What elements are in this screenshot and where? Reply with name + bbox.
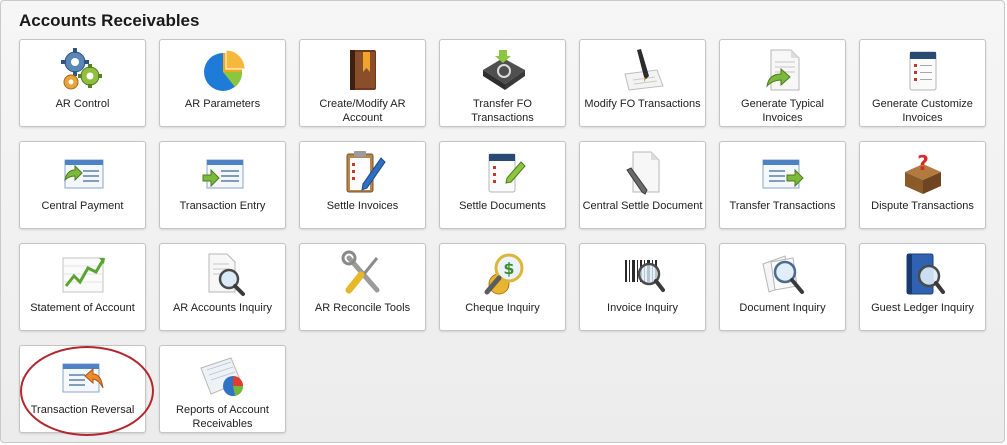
tile-statement-of-account[interactable]: Statement of Account <box>19 243 146 331</box>
tile-label: AR Reconcile Tools <box>314 302 411 314</box>
document-search-icon <box>197 250 249 298</box>
tile-label: AR Accounts Inquiry <box>172 302 273 314</box>
tile-invoice-inquiry[interactable]: Invoice Inquiry <box>579 243 706 331</box>
tile-label: Central Payment <box>41 200 124 212</box>
svg-text:$: $ <box>503 259 514 278</box>
document-pen-icon <box>617 148 669 196</box>
tile-transfer-fo-transactions[interactable]: Transfer FO Transactions <box>439 39 566 127</box>
tile-ar-reconcile-tools[interactable]: AR Reconcile Tools <box>299 243 426 331</box>
tile-label: Cheque Inquiry <box>465 302 540 314</box>
tile-label: Generate Typical Invoices <box>741 98 824 124</box>
tools-icon <box>337 250 389 298</box>
tile-settle-documents[interactable]: Settle Documents <box>439 141 566 229</box>
accounts-receivables-panel: Accounts Receivables AR Control AR Param… <box>0 0 1005 443</box>
tile-reports-of-account-receivables[interactable]: Reports of Account Receivables <box>159 345 286 433</box>
window-entry-icon <box>197 148 249 196</box>
tile-label: Guest Ledger Inquiry <box>871 302 974 314</box>
tile-label: Generate Customize Invoices <box>872 98 973 124</box>
tile-central-settle-document[interactable]: Central Settle Document <box>579 141 706 229</box>
window-arrow-icon <box>57 148 109 196</box>
tile-generate-customize-invoices[interactable]: Generate Customize Invoices <box>859 39 986 127</box>
tile-label: Invoice Inquiry <box>607 302 678 314</box>
svg-text:?: ? <box>917 151 929 175</box>
papers-search-icon <box>757 250 809 298</box>
checklist-pencil-icon <box>477 148 529 196</box>
tile-label: Transaction Entry <box>179 200 266 212</box>
tile-label: Transfer FO Transactions <box>471 98 534 124</box>
tile-ar-parameters[interactable]: AR Parameters <box>159 39 286 127</box>
tile-label: Create/Modify AR Account <box>319 98 406 124</box>
book-search-icon <box>897 250 949 298</box>
tile-transfer-transactions[interactable]: Transfer Transactions <box>719 141 846 229</box>
invoice-arrow-icon <box>757 46 809 94</box>
tile-guest-ledger-inquiry[interactable]: Guest Ledger Inquiry <box>859 243 986 331</box>
tile-label: Settle Invoices <box>326 200 399 212</box>
tile-transaction-entry[interactable]: Transaction Entry <box>159 141 286 229</box>
question-box-icon: ? <box>897 148 949 196</box>
module-grid: AR Control AR Parameters Create/Modify A… <box>19 39 986 433</box>
coin-search-icon: $ <box>477 250 529 298</box>
panel-title: Accounts Receivables <box>19 11 200 30</box>
tile-dispute-transactions[interactable]: ? Dispute Transactions <box>859 141 986 229</box>
line-chart-icon <box>57 250 109 298</box>
tile-ar-accounts-inquiry[interactable]: AR Accounts Inquiry <box>159 243 286 331</box>
tile-label: Modify FO Transactions <box>584 98 701 110</box>
tile-settle-invoices[interactable]: Settle Invoices <box>299 141 426 229</box>
tile-modify-fo-transactions[interactable]: Modify FO Transactions <box>579 39 706 127</box>
tile-label: Document Inquiry <box>739 302 826 314</box>
tile-document-inquiry[interactable]: Document Inquiry <box>719 243 846 331</box>
tile-create-modify-ar-account[interactable]: Create/Modify AR Account <box>299 39 426 127</box>
tile-label: Dispute Transactions <box>871 200 974 212</box>
tile-label: Central Settle Document <box>582 200 703 212</box>
tile-label: Statement of Account <box>30 302 135 314</box>
tile-label: Reports of Account Receivables <box>176 404 269 430</box>
barcode-search-icon <box>617 250 669 298</box>
tile-generate-typical-invoices[interactable]: Generate Typical Invoices <box>719 39 846 127</box>
tile-label: Settle Documents <box>459 200 546 212</box>
tile-ar-control[interactable]: AR Control <box>19 39 146 127</box>
tile-label: AR Parameters <box>184 98 261 110</box>
recycle-box-icon <box>477 46 529 94</box>
tile-label: Transfer Transactions <box>729 200 836 212</box>
tile-cheque-inquiry[interactable]: $ Cheque Inquiry <box>439 243 566 331</box>
account-book-icon <box>337 46 389 94</box>
tile-label: Transaction Reversal <box>30 404 135 416</box>
window-reverse-icon <box>57 352 109 400</box>
pie-chart-icon <box>197 46 249 94</box>
tile-transaction-reversal[interactable]: Transaction Reversal <box>19 345 146 433</box>
tile-label: AR Control <box>55 98 110 110</box>
checklist-calendar-icon <box>897 46 949 94</box>
clipboard-pen-icon <box>337 148 389 196</box>
pen-paper-icon <box>617 46 669 94</box>
window-transfer-icon <box>757 148 809 196</box>
tile-central-payment[interactable]: Central Payment <box>19 141 146 229</box>
report-chart-icon <box>197 352 249 400</box>
gears-icon <box>57 46 109 94</box>
